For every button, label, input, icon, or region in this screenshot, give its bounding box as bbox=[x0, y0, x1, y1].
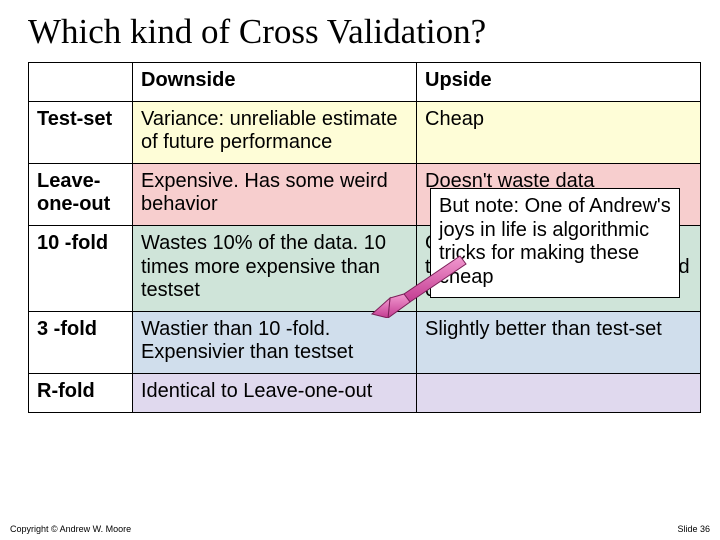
copyright-text: Copyright © Andrew W. Moore bbox=[10, 524, 131, 534]
header-upside: Upside bbox=[417, 63, 701, 102]
threefold-downside: Wastier than 10 -fold. Expensivier than … bbox=[133, 311, 417, 373]
row-rfold: R-fold Identical to Leave-one-out bbox=[29, 373, 701, 412]
testset-upside: Cheap bbox=[417, 101, 701, 163]
header-downside: Downside bbox=[133, 63, 417, 102]
row-testset: Test-set Variance: unreliable estimate o… bbox=[29, 101, 701, 163]
loo-downside: Expensive. Has some weird behavior bbox=[133, 163, 417, 225]
tenfold-downside: Wastes 10% of the data. 10 times more ex… bbox=[133, 225, 417, 311]
header-blank bbox=[29, 63, 133, 102]
label-rfold: R-fold bbox=[29, 373, 133, 412]
label-loo: Leave-one-out bbox=[29, 163, 133, 225]
rfold-downside: Identical to Leave-one-out bbox=[133, 373, 417, 412]
label-testset: Test-set bbox=[29, 101, 133, 163]
label-3fold: 3 -fold bbox=[29, 311, 133, 373]
testset-downside: Variance: unreliable estimate of future … bbox=[133, 101, 417, 163]
threefold-upside: Slightly better than test-set bbox=[417, 311, 701, 373]
table-header-row: Downside Upside bbox=[29, 63, 701, 102]
row-3fold: 3 -fold Wastier than 10 -fold. Expensivi… bbox=[29, 311, 701, 373]
callout-note: But note: One of Andrew's joys in life i… bbox=[430, 188, 680, 298]
slide-title: Which kind of Cross Validation? bbox=[0, 0, 720, 58]
rfold-upside bbox=[417, 373, 701, 412]
label-10fold: 10 -fold bbox=[29, 225, 133, 311]
slide-number: Slide 36 bbox=[677, 524, 710, 534]
